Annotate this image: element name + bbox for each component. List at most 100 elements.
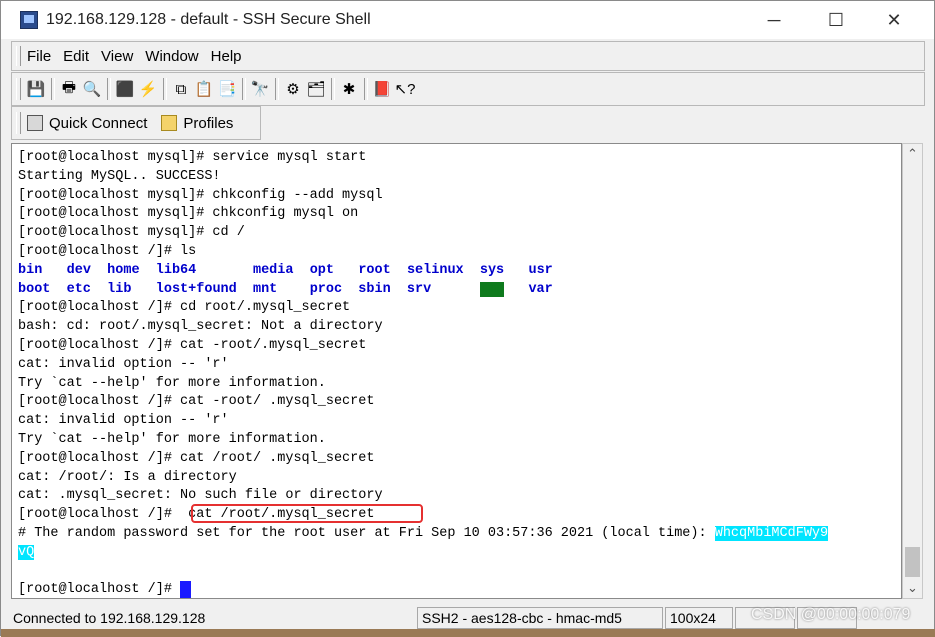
- ls-entry: lib64: [155, 262, 197, 278]
- final-prompt-line: [root@localhost /]#: [18, 581, 898, 598]
- ls-entry: sys: [479, 262, 505, 278]
- ls-entry: root: [358, 262, 391, 278]
- quick-connect-label: Quick Connect: [49, 114, 148, 132]
- paste-icon[interactable]: 📋: [193, 78, 215, 100]
- close-button[interactable]: ✕: [871, 1, 917, 39]
- terminal-line: cat: invalid option -- 'r': [18, 413, 229, 429]
- cipher-status: SSH2 - aes128-cbc - hmac-md5: [417, 607, 663, 629]
- ls-entry: bin: [18, 262, 43, 278]
- toolbar-separator: [242, 78, 246, 100]
- print-icon[interactable]: 🖶: [58, 78, 80, 100]
- toolbar-separator: [51, 78, 55, 100]
- copy-icon[interactable]: ⧉: [170, 78, 192, 100]
- ls-entry-tmp: tmp: [479, 281, 505, 297]
- folder-icon: [161, 115, 178, 131]
- maximize-button[interactable]: ☐: [813, 1, 859, 39]
- terminal-line: [root@localhost /]# cat -root/ .mysql_se…: [18, 394, 375, 410]
- password-value-part2: vQ: [18, 544, 35, 560]
- vertical-scrollbar[interactable]: ⌃ ⌄: [902, 143, 923, 599]
- toolbar: 💾 🖶 🔍 ⬛ ⚡ ⧉ 📋 📑 🔭 ⚙ 🗂 ✱ 📕 ↖?: [11, 72, 925, 106]
- terminal-line: cat: /root/: Is a directory: [18, 469, 237, 485]
- ls-entry: mnt: [252, 281, 278, 297]
- terminal-line: [root@localhost mysql]# chkconfig --add …: [18, 187, 383, 203]
- ls-entry: var: [528, 281, 553, 297]
- ssh-app-icon: [20, 11, 38, 29]
- quickbar-grip[interactable]: [16, 112, 21, 134]
- terminal-line: bash: cd: root/.mysql_secret: Not a dire…: [18, 319, 383, 335]
- window-title: 192.168.129.128 - default - SSH Secure S…: [46, 11, 371, 28]
- terminal-line: [root@localhost mysql]# chkconfig mysql …: [18, 206, 359, 222]
- print-preview-icon[interactable]: 🔍: [81, 78, 103, 100]
- ls-entry: selinux: [406, 262, 464, 278]
- prompt-text: [root@localhost /]#: [18, 582, 181, 598]
- toolbar-separator: [275, 78, 279, 100]
- ls-entry: home: [107, 262, 140, 278]
- toolbar-separator: [331, 78, 335, 100]
- csdn-watermark: CSDN @00:00:00:079: [751, 606, 911, 623]
- menu-bar: File Edit View Window Help: [11, 41, 925, 71]
- ls-output-row: boot etc lib lost+found mnt proc sbin sr…: [18, 281, 898, 300]
- menu-window[interactable]: Window: [145, 48, 198, 65]
- terminal-line: Starting MySQL.. SUCCESS!: [18, 168, 221, 184]
- profiles-button[interactable]: Profiles: [161, 115, 233, 132]
- settings-icon[interactable]: ⚙: [282, 78, 304, 100]
- password-value-part1: WhcqMbiMCdFWy9: [714, 525, 829, 541]
- ls-output-row: bin dev home lib64 media opt root selinu…: [18, 262, 898, 281]
- title-bar[interactable]: 192.168.129.128 - default - SSH Secure S…: [1, 1, 934, 39]
- context-help-icon[interactable]: ↖?: [394, 78, 416, 100]
- secret-line-wrap: vQ: [18, 544, 898, 563]
- scroll-thumb[interactable]: [905, 547, 920, 577]
- profiles-icon[interactable]: 🗂: [305, 78, 327, 100]
- terminal-pane[interactable]: [root@localhost mysql]# service mysql st…: [11, 143, 902, 599]
- menubar-grip[interactable]: [16, 46, 21, 66]
- secret-line: # The random password set for the root u…: [18, 525, 898, 544]
- ls-entry: usr: [528, 262, 553, 278]
- connect-icon[interactable]: ⚡: [137, 78, 159, 100]
- save-icon[interactable]: 💾: [25, 78, 47, 100]
- terminal-line: [root@localhost mysql]# cd /: [18, 225, 245, 241]
- disconnect-icon[interactable]: ⬛: [114, 78, 136, 100]
- terminal-line: [root@localhost /]# cd root/.mysql_secre…: [18, 300, 351, 316]
- ls-entry: srv: [406, 281, 432, 297]
- menu-edit[interactable]: Edit: [63, 48, 89, 65]
- find-icon[interactable]: 🔭: [249, 78, 271, 100]
- terminal-output: [root@localhost mysql]# service mysql st…: [18, 149, 898, 598]
- ls-entry: media: [252, 262, 294, 278]
- terminal-line: cat: invalid option -- 'r': [18, 356, 229, 372]
- toolbar-separator: [107, 78, 111, 100]
- quick-connect-bar: Quick Connect Profiles: [11, 106, 261, 140]
- ls-entry: opt: [309, 262, 335, 278]
- terminal-line: cat: .mysql_secret: No such file or dire…: [18, 488, 383, 504]
- ls-entry: dev: [66, 262, 91, 278]
- secret-prefix: # The random password set for the root u…: [18, 525, 715, 541]
- terminal-cursor: [180, 581, 192, 598]
- command-highlight-box: [191, 504, 423, 523]
- ls-entry: lib: [107, 281, 132, 297]
- prompt-text: [root@localhost /]#: [18, 507, 181, 523]
- menu-file[interactable]: File: [27, 48, 51, 65]
- ls-entry: sbin: [358, 281, 391, 297]
- ls-entry: etc: [66, 281, 91, 297]
- tools-icon[interactable]: ✱: [338, 78, 360, 100]
- scroll-up-arrow-icon[interactable]: ⌃: [903, 144, 922, 164]
- terminal-line: Try `cat --help' for more information.: [18, 431, 326, 447]
- terminal-line: Try `cat --help' for more information.: [18, 375, 326, 391]
- quick-connect-button[interactable]: Quick Connect: [27, 115, 147, 132]
- toolbar-separator: [364, 78, 368, 100]
- paste-special-icon[interactable]: 📑: [216, 78, 238, 100]
- scroll-down-arrow-icon[interactable]: ⌄: [903, 578, 922, 598]
- ls-entry: lost+found: [155, 281, 237, 297]
- menu-help[interactable]: Help: [211, 48, 242, 65]
- profiles-label: Profiles: [183, 114, 234, 132]
- help-book-icon[interactable]: 📕: [371, 78, 393, 100]
- ls-entry: proc: [309, 281, 343, 297]
- terminal-line: [root@localhost /]# ls: [18, 243, 197, 259]
- terminal-line: [root@localhost mysql]# service mysql st…: [18, 150, 367, 165]
- quick-connect-icon: [27, 115, 43, 131]
- ssh-window: 192.168.129.128 - default - SSH Secure S…: [0, 0, 935, 637]
- menu-view[interactable]: View: [101, 48, 133, 65]
- connection-status: Connected to 192.168.129.128: [11, 607, 411, 629]
- toolbar-grip[interactable]: [16, 78, 21, 100]
- minimize-button[interactable]: ─: [751, 1, 797, 39]
